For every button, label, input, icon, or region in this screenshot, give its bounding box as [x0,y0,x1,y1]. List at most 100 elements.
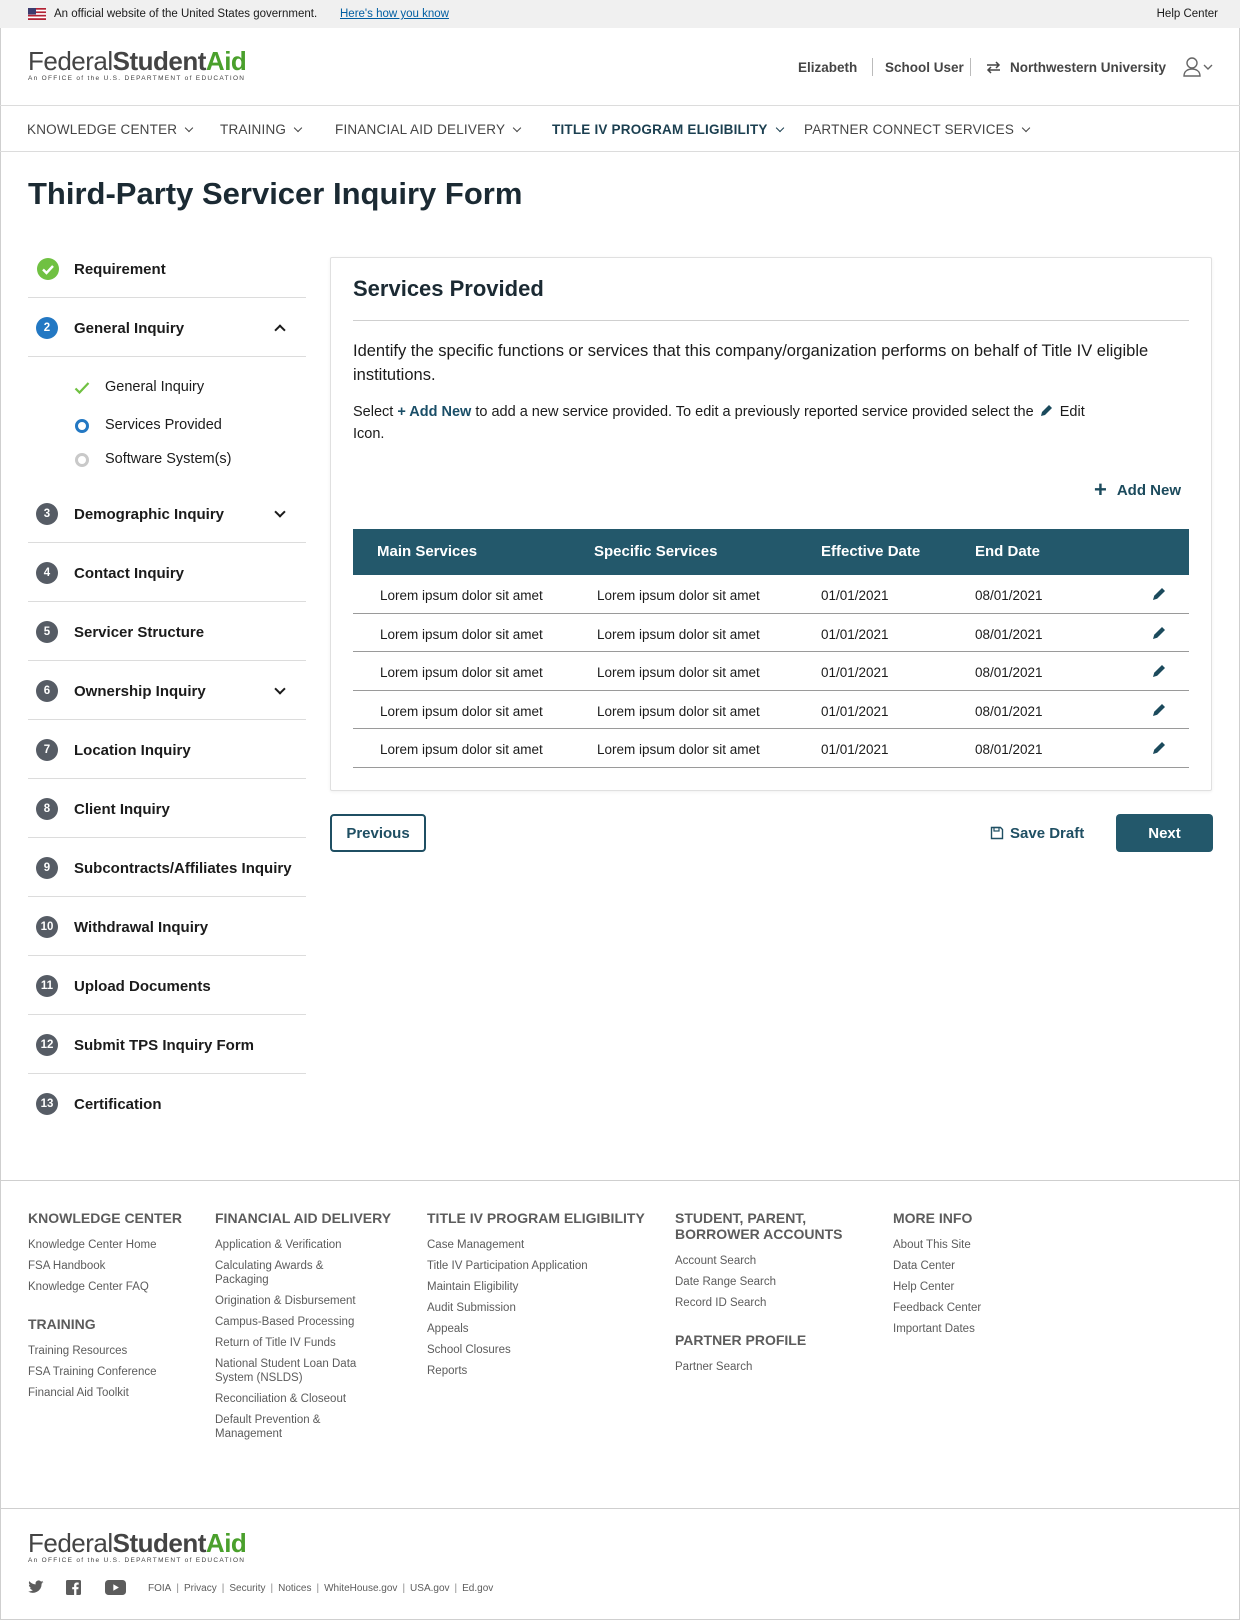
footer-link[interactable]: Calculating Awards & Packaging [215,1259,375,1287]
previous-button[interactable]: Previous [330,814,426,852]
twitter-icon[interactable] [28,1580,44,1594]
legal-separator: | [316,1583,320,1594]
help-center-link[interactable]: Help Center [1157,8,1218,20]
footer-link[interactable]: Financial Aid Toolkit [28,1386,182,1400]
step-upload-documents[interactable]: 11 Upload Documents [28,956,306,1015]
legal-separator: | [176,1583,179,1594]
edit-icon[interactable] [1151,663,1167,679]
step-certification[interactable]: 13 Certification [28,1074,306,1133]
step-contact-inquiry[interactable]: 4 Contact Inquiry [28,543,306,602]
edit-icon[interactable] [1151,625,1167,641]
chevron-down-icon [512,123,522,133]
footer-link[interactable]: Help Center [893,1280,981,1294]
legal-link-ed[interactable]: Ed.gov [462,1583,493,1594]
footer-link[interactable]: Partner Search [675,1360,845,1374]
footer-link[interactable]: Record ID Search [675,1296,845,1310]
add-new-button[interactable]: + Add New [1093,475,1181,502]
save-draft-button[interactable]: Save Draft [990,824,1084,842]
footer-link[interactable]: Title IV Participation Application [427,1259,645,1273]
footer-link[interactable]: Case Management [427,1238,645,1252]
footer-link[interactable]: Feedback Center [893,1301,981,1315]
edit-icon[interactable] [1151,586,1167,602]
user-account-icon[interactable] [1182,56,1216,78]
institution-name[interactable]: Northwestern University [1010,60,1166,75]
step-client-inquiry[interactable]: 8 Client Inquiry [28,779,306,838]
edit-icon[interactable] [1151,740,1167,756]
legal-link-notices[interactable]: Notices [278,1583,311,1594]
col-end-date[interactable]: End Date [975,543,1040,560]
footer-link[interactable]: FSA Training Conference [28,1365,182,1379]
footer-link[interactable]: Default Prevention & Management [215,1413,375,1441]
header-divider [970,58,971,76]
chevron-down-icon[interactable] [274,506,286,518]
legal-link-usa[interactable]: USA.gov [410,1583,449,1594]
next-button[interactable]: Next [1116,814,1213,852]
footer-link[interactable]: Audit Submission [427,1301,645,1315]
footer-link[interactable]: Appeals [427,1322,645,1336]
footer-link[interactable]: FSA Handbook [28,1259,182,1273]
footer-link[interactable]: About This Site [893,1238,981,1252]
nav-knowledge-center[interactable]: KNOWLEDGE CENTER [27,122,194,137]
youtube-icon[interactable] [105,1580,126,1595]
footer-col-4: STUDENT, PARENT, BORROWER ACCOUNTS Accou… [675,1210,845,1381]
chevron-up-icon[interactable] [274,324,286,336]
footer-link[interactable]: Origination & Disbursement [215,1294,375,1308]
nav-financial-aid-delivery[interactable]: FINANCIAL AID DELIVERY [335,122,522,137]
legal-link-security[interactable]: Security [229,1583,265,1594]
footer-link[interactable]: National Student Loan Data System (NSLDS… [215,1357,375,1385]
footer-link[interactable]: School Closures [427,1343,645,1357]
footer-link[interactable]: Campus-Based Processing [215,1315,375,1329]
user-name[interactable]: Elizabeth [798,60,857,75]
footer-link[interactable]: Return of Title IV Funds [215,1336,375,1350]
step-ownership-inquiry[interactable]: 6 Ownership Inquiry [28,661,306,720]
step-servicer-structure[interactable]: 5 Servicer Structure [28,602,306,661]
nav-training[interactable]: TRAINING [220,122,303,137]
check-icon [74,382,90,395]
footer-link[interactable]: Application & Verification [215,1238,375,1252]
step-withdrawal-inquiry[interactable]: 10 Withdrawal Inquiry [28,897,306,956]
footer-link[interactable]: Data Center [893,1259,981,1273]
legal-link-privacy[interactable]: Privacy [184,1583,217,1594]
footer-link[interactable]: Reports [427,1364,645,1378]
substep-services-provided[interactable]: Services Provided [105,417,222,433]
footer-link[interactable]: Maintain Eligibility [427,1280,645,1294]
table-row: Lorem ipsum dolor sit amet Lorem ipsum do… [353,729,1189,768]
step-location-inquiry[interactable]: 7 Location Inquiry [28,720,306,779]
footer-link[interactable]: Knowledge Center FAQ [28,1280,182,1294]
footer-link[interactable]: Account Search [675,1254,845,1268]
footer-link[interactable]: Reconciliation & Closeout [215,1392,375,1406]
footer-fsa-logo[interactable]: FederalStudentAid An OFFICE of the U.S. … [28,1528,247,1564]
facebook-icon[interactable] [66,1580,81,1595]
footer-link[interactable]: Training Resources [28,1344,182,1358]
edit-icon[interactable] [1151,702,1167,718]
substep-software-systems[interactable]: Software System(s) [105,451,232,467]
nav-partner-connect[interactable]: PARTNER CONNECT SERVICES [804,122,1031,137]
step-general-inquiry[interactable]: 2 General Inquiry [28,298,306,357]
switch-arrows-icon[interactable] [986,61,1001,74]
footer-link[interactable]: Date Range Search [675,1275,845,1289]
nav-title-iv-eligibility[interactable]: TITLE IV PROGRAM ELIGIBILITY [552,122,784,137]
col-main-services[interactable]: Main Services [377,543,477,560]
legal-link-whitehouse[interactable]: WhiteHouse.gov [324,1583,397,1594]
substep-general-inquiry[interactable]: General Inquiry [105,379,204,395]
effective-date-cell: 01/01/2021 [821,742,889,758]
instr-add-new-link[interactable]: + Add New [397,404,471,420]
step-demographic-inquiry[interactable]: 3 Demographic Inquiry [28,484,306,543]
footer-col-2: FINANCIAL AID DELIVERY Application & Ver… [215,1210,391,1448]
footer-link[interactable]: Important Dates [893,1322,981,1336]
step-requirement[interactable]: Requirement [28,239,306,298]
plus-icon: + [1093,477,1107,502]
footer-link[interactable]: Knowledge Center Home [28,1238,182,1252]
fsa-logo[interactable]: FederalStudentAid An OFFICE of the U.S. … [28,48,247,82]
col-effective-date[interactable]: Effective Date [821,543,920,560]
legal-link-foia[interactable]: FOIA [148,1583,171,1594]
section-divider [353,320,1189,321]
chevron-down-icon[interactable] [274,683,286,695]
legal-separator: | [221,1583,225,1594]
step-submit-tps[interactable]: 12 Submit TPS Inquiry Form [28,1015,306,1074]
logo-student: Student [112,1528,207,1558]
how-you-know-link[interactable]: Here's how you know [340,8,449,20]
col-specific-services[interactable]: Specific Services [594,543,717,560]
step-subcontracts-inquiry[interactable]: 9 Subcontracts/Affiliates Inquiry [28,838,306,897]
user-role[interactable]: School User [885,60,964,75]
